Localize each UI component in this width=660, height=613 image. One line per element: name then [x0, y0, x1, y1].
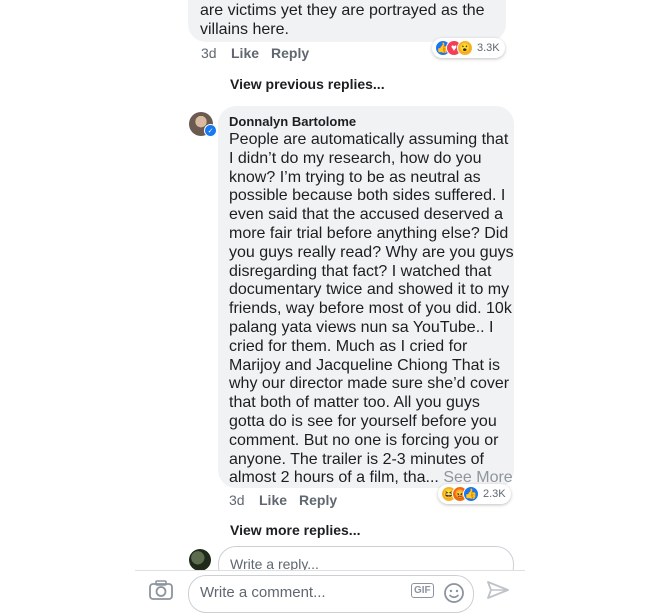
prev-comment-bubble: are victims yet they are portrayed as th… — [188, 0, 506, 42]
user-avatar — [189, 549, 211, 571]
verified-badge-icon: ✓ — [204, 124, 217, 137]
prev-reactions[interactable]: 👍 ♥ 😮 3.3K — [432, 38, 505, 58]
reply-like-button[interactable]: Like — [259, 492, 287, 508]
reply-reaction-count: 2.3K — [483, 488, 506, 500]
prev-reply-button[interactable]: Reply — [271, 45, 309, 61]
emoji-icon[interactable] — [443, 582, 465, 604]
view-previous-replies-link[interactable]: View previous replies... — [230, 76, 385, 92]
reply-time: 3d — [229, 492, 245, 508]
comment-input[interactable]: Write a comment... GIF — [188, 575, 474, 613]
view-more-replies-link[interactable]: View more replies... — [230, 522, 360, 538]
reply-reply-button[interactable]: Reply — [299, 492, 337, 508]
like-reaction-icon: 👍 — [463, 486, 479, 502]
gif-button[interactable]: GIF — [411, 583, 434, 598]
comment-input-placeholder: Write a comment... — [200, 584, 326, 601]
prev-comment-text-line2: villains here. — [200, 21, 289, 38]
reply-author[interactable]: Donnalyn Bartolome — [229, 114, 356, 129]
reply-bubble: Donnalyn Bartolome People are automatica… — [218, 106, 514, 488]
reply-text: People are automatically assuming that I… — [229, 131, 514, 468]
prev-comment-time: 3d — [201, 45, 217, 61]
reply-last-text: almost 2 hours of a film, tha... — [229, 469, 439, 486]
camera-icon[interactable] — [148, 580, 174, 600]
prev-like-button[interactable]: Like — [231, 45, 259, 61]
wow-reaction-icon: 😮 — [457, 40, 473, 56]
reply-reactions[interactable]: 😆 😡 👍 2.3K — [438, 484, 511, 504]
prev-reaction-count: 3.3K — [477, 42, 500, 54]
prev-comment-text-line1: are victims yet they are portrayed as th… — [200, 2, 485, 19]
send-icon[interactable] — [486, 580, 510, 600]
